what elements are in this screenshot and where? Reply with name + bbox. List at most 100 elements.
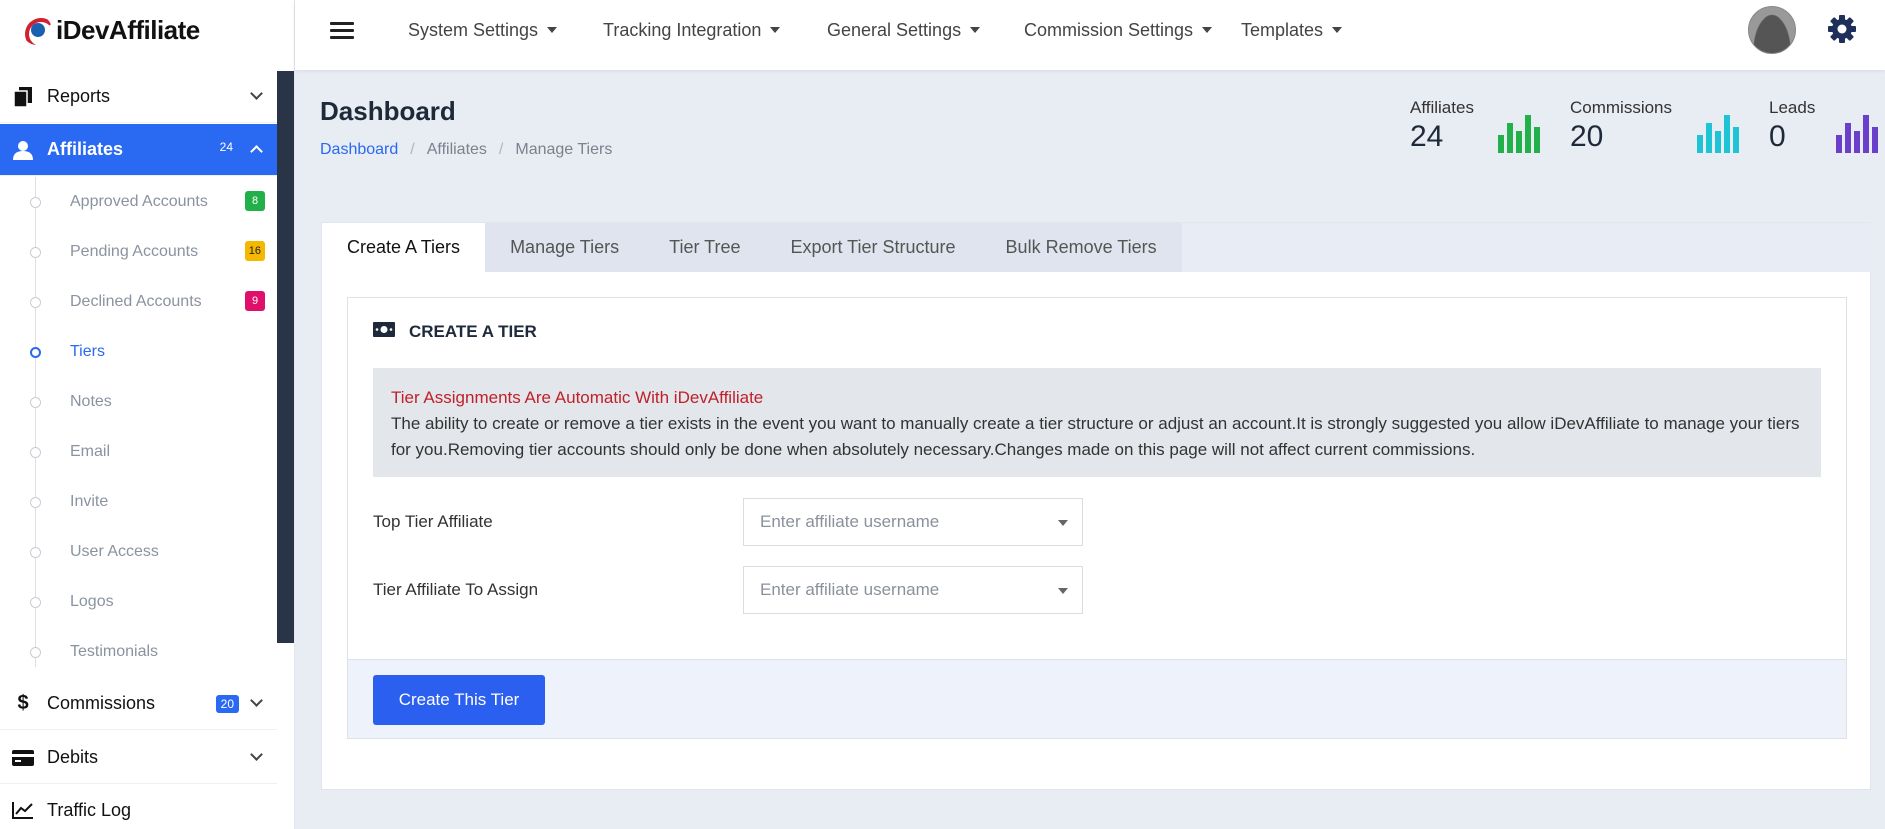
bullet-icon [30, 647, 41, 658]
menu-toggle-icon[interactable] [330, 22, 354, 40]
stat-value: 0 [1769, 120, 1786, 153]
tab-create-a-tiers[interactable]: Create A Tiers [322, 223, 486, 272]
tab-bulk-remove-tiers[interactable]: Bulk Remove Tiers [980, 223, 1182, 272]
sidebar-item-label: Affiliates [47, 139, 124, 159]
sidebar-item-label: Invite [70, 493, 109, 510]
tab-manage-tiers[interactable]: Manage Tiers [485, 223, 645, 272]
sidebar-item-approved-accounts[interactable]: Approved Accounts 8 [0, 177, 277, 227]
line-chart-icon [12, 799, 34, 821]
sidebar-item-label: Traffic Log [47, 799, 132, 820]
sidebar-item-notes[interactable]: Notes [0, 377, 277, 427]
idevaffiliate-logo-icon [22, 15, 52, 45]
panel-title: CREATE A TIER [373, 322, 537, 342]
breadcrumb-manage-tiers: Manage Tiers [515, 141, 613, 158]
sidebar-item-label: Pending Accounts [70, 243, 199, 260]
nav-label: System Settings [408, 19, 539, 40]
bar-chart-icon [1498, 113, 1540, 153]
nav-label: Commission Settings [1024, 19, 1194, 40]
create-tier-button[interactable]: Create This Tier [373, 675, 545, 725]
stat-affiliates: Affiliates 24 [1410, 98, 1474, 154]
money-bill-icon [373, 322, 395, 342]
chevron-down-icon [250, 748, 263, 761]
tab-bar: Create A Tiers Manage Tiers Tier Tree Ex… [322, 223, 1872, 272]
sidebar: iDevAffiliate Reports Affiliates 24 Appr… [0, 0, 295, 829]
affiliates-count: 24 [219, 140, 233, 154]
top-navbar: System Settings Tracking Integration Gen… [295, 0, 1885, 70]
bar-chart-icon [1697, 113, 1739, 153]
sidebar-item-label: Declined Accounts [70, 293, 202, 310]
stat-value: 24 [1410, 120, 1444, 153]
breadcrumb-affiliates: Affiliates [426, 141, 487, 158]
tab-tier-tree[interactable]: Tier Tree [644, 223, 766, 272]
chevron-down-icon [250, 694, 263, 707]
caret-down-icon [1058, 588, 1068, 594]
select-placeholder: Enter affiliate username [760, 512, 940, 531]
nav-commission-settings[interactable]: Commission Settings [1024, 0, 1213, 60]
bullet-icon [30, 497, 41, 508]
sidebar-item-label: User Access [70, 543, 159, 560]
nav-system-settings[interactable]: System Settings [408, 0, 558, 60]
sidebar-item-testimonials[interactable]: Testimonials [0, 627, 277, 677]
brand-logo[interactable]: iDevAffiliate [22, 10, 200, 50]
stat-leads: Leads 0 [1769, 98, 1815, 154]
gear-icon[interactable] [1827, 14, 1857, 44]
sidebar-item-tiers[interactable]: Tiers [0, 327, 277, 377]
sidebar-item-pending-accounts[interactable]: Pending Accounts 16 [0, 227, 277, 277]
documents-icon [12, 86, 34, 108]
credit-card-icon [12, 747, 34, 769]
caret-down-icon [1058, 520, 1068, 526]
sidebar-item-label: Debits [47, 747, 99, 767]
select-placeholder: Enter affiliate username [760, 580, 940, 599]
breadcrumb-dashboard[interactable]: Dashboard [320, 141, 398, 159]
sidebar-item-email[interactable]: Email [0, 427, 277, 477]
alert-heading: Tier Assignments Are Automatic With iDev… [391, 388, 764, 407]
sidebar-item-label: Approved Accounts [70, 193, 208, 210]
bullet-icon [30, 297, 41, 308]
nav-label: General Settings [827, 19, 962, 40]
sidebar-item-invite[interactable]: Invite [0, 477, 277, 527]
sidebar-item-label: Notes [70, 393, 112, 410]
sidebar-item-declined-accounts[interactable]: Declined Accounts 9 [0, 277, 277, 327]
bar-chart-icon [1836, 113, 1878, 153]
sidebar-scrollbar[interactable] [277, 71, 294, 643]
tier-affiliate-assign-select[interactable]: Enter affiliate username [743, 566, 1083, 614]
sidebar-item-label: Reports [47, 86, 111, 106]
nav-tracking-integration[interactable]: Tracking Integration [603, 0, 781, 60]
breadcrumb-separator: / [498, 141, 504, 158]
nav-templates[interactable]: Templates [1241, 0, 1343, 60]
stat-label: Commissions [1570, 98, 1673, 117]
sidebar-item-affiliates[interactable]: Affiliates 24 [0, 124, 277, 176]
dollar-icon: $ [17, 692, 29, 714]
top-tier-affiliate-select[interactable]: Enter affiliate username [743, 498, 1083, 546]
alert-body: The ability to create or remove a tier e… [391, 414, 1800, 459]
nav-label: Templates [1241, 19, 1324, 40]
bullet-icon [30, 547, 41, 558]
avatar[interactable] [1748, 6, 1796, 54]
nav-general-settings[interactable]: General Settings [827, 0, 981, 60]
sidebar-item-logos[interactable]: Logos [0, 577, 277, 627]
nav-label: Tracking Integration [603, 19, 762, 40]
bullet-icon [30, 247, 41, 258]
bullet-icon [30, 197, 41, 208]
panel-footer: Create This Tier [348, 659, 1846, 738]
bullet-icon [30, 597, 41, 608]
sidebar-item-debits[interactable]: Debits [0, 732, 277, 784]
create-tier-panel: CREATE A TIER Tier Assignments Are Autom… [347, 297, 1847, 739]
count-badge: 16 [244, 241, 265, 261]
caret-down-icon [547, 27, 558, 33]
sidebar-item-reports[interactable]: Reports [0, 71, 277, 123]
form-row-assign: Tier Affiliate To Assign Enter affiliate… [373, 566, 1083, 614]
sidebar-item-commissions[interactable]: $ Commissions 20 [0, 678, 277, 730]
tiers-card: Create A Tiers Manage Tiers Tier Tree Ex… [321, 222, 1872, 790]
tab-export-tier-structure[interactable]: Export Tier Structure [765, 223, 981, 272]
count-badge: 8 [245, 191, 265, 211]
top-tier-label: Top Tier Affiliate [373, 512, 493, 531]
breadcrumb-separator: / [410, 141, 415, 158]
stat-label: Affiliates [1410, 98, 1474, 117]
tier-assign-label: Tier Affiliate To Assign [373, 580, 539, 599]
sidebar-item-label: Tiers [70, 343, 105, 360]
caret-down-icon [970, 27, 981, 33]
bullet-icon [30, 397, 41, 408]
sidebar-item-user-access[interactable]: User Access [0, 527, 277, 577]
sidebar-item-traffic-log[interactable]: Traffic Log [0, 784, 277, 829]
